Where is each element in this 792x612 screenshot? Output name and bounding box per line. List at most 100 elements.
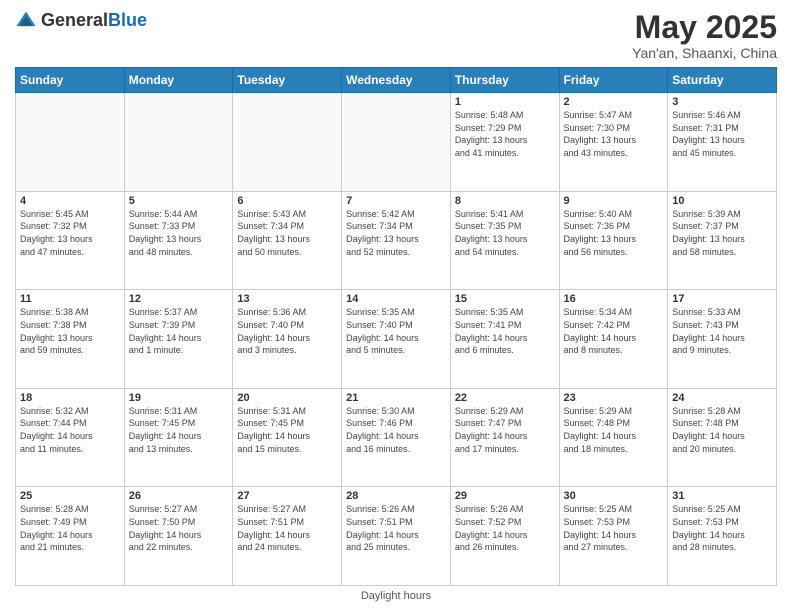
- calendar-week-row: 1Sunrise: 5:48 AM Sunset: 7:29 PM Daylig…: [16, 93, 777, 192]
- calendar-cell: 26Sunrise: 5:27 AM Sunset: 7:50 PM Dayli…: [124, 487, 233, 586]
- day-info: Sunrise: 5:40 AM Sunset: 7:36 PM Dayligh…: [564, 208, 664, 258]
- day-info: Sunrise: 5:44 AM Sunset: 7:33 PM Dayligh…: [129, 208, 229, 258]
- day-info: Sunrise: 5:35 AM Sunset: 7:41 PM Dayligh…: [455, 306, 555, 356]
- calendar-cell: 10Sunrise: 5:39 AM Sunset: 7:37 PM Dayli…: [668, 191, 777, 290]
- day-info: Sunrise: 5:48 AM Sunset: 7:29 PM Dayligh…: [455, 109, 555, 159]
- calendar-header-row: SundayMondayTuesdayWednesdayThursdayFrid…: [16, 68, 777, 93]
- day-info: Sunrise: 5:28 AM Sunset: 7:49 PM Dayligh…: [20, 503, 120, 553]
- logo: GeneralBlue: [15, 10, 147, 32]
- footer-label: Daylight hours: [361, 590, 431, 602]
- day-info: Sunrise: 5:47 AM Sunset: 7:30 PM Dayligh…: [564, 109, 664, 159]
- day-info: Sunrise: 5:39 AM Sunset: 7:37 PM Dayligh…: [672, 208, 772, 258]
- day-info: Sunrise: 5:38 AM Sunset: 7:38 PM Dayligh…: [20, 306, 120, 356]
- calendar-cell: 17Sunrise: 5:33 AM Sunset: 7:43 PM Dayli…: [668, 290, 777, 389]
- calendar-cell: 8Sunrise: 5:41 AM Sunset: 7:35 PM Daylig…: [450, 191, 559, 290]
- day-number: 16: [564, 293, 664, 305]
- day-info: Sunrise: 5:34 AM Sunset: 7:42 PM Dayligh…: [564, 306, 664, 356]
- calendar-cell: 31Sunrise: 5:25 AM Sunset: 7:53 PM Dayli…: [668, 487, 777, 586]
- day-number: 18: [20, 392, 120, 404]
- day-info: Sunrise: 5:27 AM Sunset: 7:50 PM Dayligh…: [129, 503, 229, 553]
- calendar-cell: 16Sunrise: 5:34 AM Sunset: 7:42 PM Dayli…: [559, 290, 668, 389]
- page: GeneralBlue May 2025 Yan'an, Shaanxi, Ch…: [0, 0, 792, 612]
- logo-text-blue: Blue: [108, 10, 147, 30]
- calendar-cell: 7Sunrise: 5:42 AM Sunset: 7:34 PM Daylig…: [342, 191, 451, 290]
- day-number: 17: [672, 293, 772, 305]
- day-number: 11: [20, 293, 120, 305]
- main-title: May 2025: [632, 10, 777, 45]
- day-number: 26: [129, 490, 229, 502]
- day-info: Sunrise: 5:45 AM Sunset: 7:32 PM Dayligh…: [20, 208, 120, 258]
- calendar-cell: 18Sunrise: 5:32 AM Sunset: 7:44 PM Dayli…: [16, 388, 125, 487]
- calendar-week-row: 25Sunrise: 5:28 AM Sunset: 7:49 PM Dayli…: [16, 487, 777, 586]
- calendar-cell: 1Sunrise: 5:48 AM Sunset: 7:29 PM Daylig…: [450, 93, 559, 192]
- day-info: Sunrise: 5:32 AM Sunset: 7:44 PM Dayligh…: [20, 405, 120, 455]
- calendar-cell: 12Sunrise: 5:37 AM Sunset: 7:39 PM Dayli…: [124, 290, 233, 389]
- calendar-day-header: Sunday: [16, 68, 125, 93]
- day-info: Sunrise: 5:41 AM Sunset: 7:35 PM Dayligh…: [455, 208, 555, 258]
- day-info: Sunrise: 5:29 AM Sunset: 7:47 PM Dayligh…: [455, 405, 555, 455]
- day-number: 9: [564, 195, 664, 207]
- day-info: Sunrise: 5:46 AM Sunset: 7:31 PM Dayligh…: [672, 109, 772, 159]
- day-info: Sunrise: 5:31 AM Sunset: 7:45 PM Dayligh…: [237, 405, 337, 455]
- day-info: Sunrise: 5:26 AM Sunset: 7:52 PM Dayligh…: [455, 503, 555, 553]
- calendar-cell: 5Sunrise: 5:44 AM Sunset: 7:33 PM Daylig…: [124, 191, 233, 290]
- day-number: 22: [455, 392, 555, 404]
- day-info: Sunrise: 5:26 AM Sunset: 7:51 PM Dayligh…: [346, 503, 446, 553]
- day-info: Sunrise: 5:30 AM Sunset: 7:46 PM Dayligh…: [346, 405, 446, 455]
- calendar-cell: 27Sunrise: 5:27 AM Sunset: 7:51 PM Dayli…: [233, 487, 342, 586]
- day-number: 27: [237, 490, 337, 502]
- logo-icon: [15, 10, 37, 32]
- day-number: 2: [564, 96, 664, 108]
- day-info: Sunrise: 5:25 AM Sunset: 7:53 PM Dayligh…: [672, 503, 772, 553]
- day-number: 6: [237, 195, 337, 207]
- day-info: Sunrise: 5:29 AM Sunset: 7:48 PM Dayligh…: [564, 405, 664, 455]
- day-number: 25: [20, 490, 120, 502]
- day-number: 24: [672, 392, 772, 404]
- calendar-cell: [124, 93, 233, 192]
- calendar-cell: 11Sunrise: 5:38 AM Sunset: 7:38 PM Dayli…: [16, 290, 125, 389]
- day-number: 31: [672, 490, 772, 502]
- day-number: 29: [455, 490, 555, 502]
- day-info: Sunrise: 5:31 AM Sunset: 7:45 PM Dayligh…: [129, 405, 229, 455]
- day-number: 8: [455, 195, 555, 207]
- day-number: 14: [346, 293, 446, 305]
- calendar-cell: 19Sunrise: 5:31 AM Sunset: 7:45 PM Dayli…: [124, 388, 233, 487]
- day-info: Sunrise: 5:25 AM Sunset: 7:53 PM Dayligh…: [564, 503, 664, 553]
- calendar-week-row: 11Sunrise: 5:38 AM Sunset: 7:38 PM Dayli…: [16, 290, 777, 389]
- calendar-cell: 21Sunrise: 5:30 AM Sunset: 7:46 PM Dayli…: [342, 388, 451, 487]
- calendar-cell: 9Sunrise: 5:40 AM Sunset: 7:36 PM Daylig…: [559, 191, 668, 290]
- calendar-table: SundayMondayTuesdayWednesdayThursdayFrid…: [15, 67, 777, 586]
- day-info: Sunrise: 5:36 AM Sunset: 7:40 PM Dayligh…: [237, 306, 337, 356]
- calendar-cell: 24Sunrise: 5:28 AM Sunset: 7:48 PM Dayli…: [668, 388, 777, 487]
- calendar-day-header: Friday: [559, 68, 668, 93]
- day-info: Sunrise: 5:33 AM Sunset: 7:43 PM Dayligh…: [672, 306, 772, 356]
- calendar-day-header: Monday: [124, 68, 233, 93]
- footer: Daylight hours: [15, 586, 777, 602]
- day-info: Sunrise: 5:43 AM Sunset: 7:34 PM Dayligh…: [237, 208, 337, 258]
- calendar-cell: 28Sunrise: 5:26 AM Sunset: 7:51 PM Dayli…: [342, 487, 451, 586]
- calendar-day-header: Wednesday: [342, 68, 451, 93]
- day-info: Sunrise: 5:28 AM Sunset: 7:48 PM Dayligh…: [672, 405, 772, 455]
- calendar-cell: [342, 93, 451, 192]
- day-number: 12: [129, 293, 229, 305]
- day-number: 13: [237, 293, 337, 305]
- subtitle: Yan'an, Shaanxi, China: [632, 45, 777, 61]
- calendar-cell: [16, 93, 125, 192]
- calendar-cell: 25Sunrise: 5:28 AM Sunset: 7:49 PM Dayli…: [16, 487, 125, 586]
- day-number: 19: [129, 392, 229, 404]
- day-number: 5: [129, 195, 229, 207]
- calendar-cell: 2Sunrise: 5:47 AM Sunset: 7:30 PM Daylig…: [559, 93, 668, 192]
- day-number: 7: [346, 195, 446, 207]
- calendar-cell: 6Sunrise: 5:43 AM Sunset: 7:34 PM Daylig…: [233, 191, 342, 290]
- calendar-week-row: 18Sunrise: 5:32 AM Sunset: 7:44 PM Dayli…: [16, 388, 777, 487]
- calendar-cell: 14Sunrise: 5:35 AM Sunset: 7:40 PM Dayli…: [342, 290, 451, 389]
- day-number: 30: [564, 490, 664, 502]
- calendar-cell: 20Sunrise: 5:31 AM Sunset: 7:45 PM Dayli…: [233, 388, 342, 487]
- logo-text-general: General: [41, 10, 108, 30]
- calendar-cell: 3Sunrise: 5:46 AM Sunset: 7:31 PM Daylig…: [668, 93, 777, 192]
- day-info: Sunrise: 5:37 AM Sunset: 7:39 PM Dayligh…: [129, 306, 229, 356]
- calendar-cell: 22Sunrise: 5:29 AM Sunset: 7:47 PM Dayli…: [450, 388, 559, 487]
- title-block: May 2025 Yan'an, Shaanxi, China: [632, 10, 777, 61]
- day-number: 28: [346, 490, 446, 502]
- day-number: 20: [237, 392, 337, 404]
